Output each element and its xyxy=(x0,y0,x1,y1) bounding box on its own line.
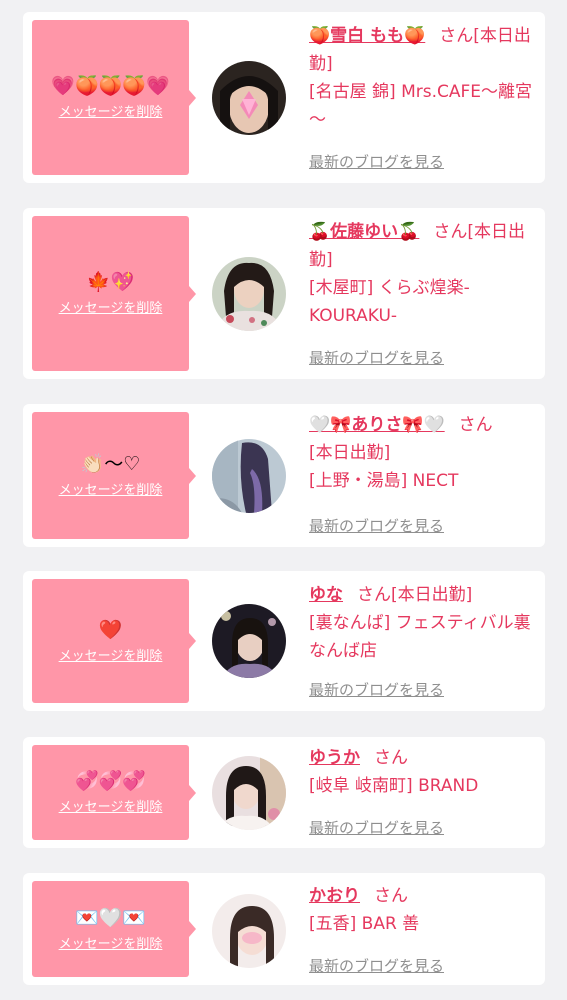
delete-message-link[interactable]: メッセージを削除 xyxy=(59,645,163,664)
cast-name-link[interactable]: ゆうか xyxy=(309,748,360,768)
delete-message-link[interactable]: メッセージを削除 xyxy=(59,796,163,815)
avatar[interactable] xyxy=(212,257,286,331)
message-bubble: 👏🏻〜♡ メッセージを削除 xyxy=(32,412,196,539)
message-card: ❤️ メッセージを削除 ゆな さん[本日出勤] [裏なんば] フェスティバル裏なん… xyxy=(23,571,545,711)
honorific: さん xyxy=(357,585,391,605)
message-emoji: ❤️ xyxy=(98,618,123,641)
delete-message-link[interactable]: メッセージを削除 xyxy=(59,297,163,316)
delete-message-link[interactable]: メッセージを削除 xyxy=(59,479,163,498)
message-emoji: 🍁💖 xyxy=(86,271,135,293)
message-list: 💗🍑🍑🍑💗 メッセージを削除 🍑雪白 もも🍑 さん[本日出勤] [名古屋 錦] M… xyxy=(0,0,567,1000)
latest-blog-link[interactable]: 最新のブログを見る xyxy=(309,817,444,838)
entry-info: ゆうか さん [岐阜 岐南町] BRAND xyxy=(309,744,535,800)
cast-name-link[interactable]: 🍒佐藤ゆい🍒 xyxy=(309,222,419,242)
message-emoji: 💗🍑🍑🍑💗 xyxy=(51,75,170,97)
cast-name-link[interactable]: 🤍🎀ありさ🎀🤍 xyxy=(309,415,445,435)
message-bubble: 💌🤍💌 メッセージを削除 xyxy=(32,881,196,977)
latest-blog-link[interactable]: 最新のブログを見る xyxy=(309,347,444,368)
message-card: 💗🍑🍑🍑💗 メッセージを削除 🍑雪白 もも🍑 さん[本日出勤] [名古屋 錦] M… xyxy=(23,12,545,183)
honorific: さん xyxy=(374,748,408,768)
honorific: さん xyxy=(433,222,468,242)
entry-info: 🍑雪白 もも🍑 さん[本日出勤] [名古屋 錦] Mrs.CAFE～離宮～ xyxy=(309,22,535,134)
status-label: [本日出勤] xyxy=(391,585,473,605)
honorific: さん xyxy=(439,26,474,46)
shop-label: [名古屋 錦] Mrs.CAFE～離宮～ xyxy=(309,82,533,130)
delete-message-link[interactable]: メッセージを削除 xyxy=(59,101,163,120)
shop-label: [木屋町] くらぶ煌楽-KOURAKU- xyxy=(309,278,470,326)
latest-blog-link[interactable]: 最新のブログを見る xyxy=(309,679,444,700)
cast-name-link[interactable]: 🍑雪白 もも🍑 xyxy=(309,26,425,46)
entry-info: 🍒佐藤ゆい🍒 さん[本日出勤] [木屋町] くらぶ煌楽-KOURAKU- xyxy=(309,218,535,330)
message-card: 💞💞💞 メッセージを削除 ゆうか さん [岐阜 岐南町] BRAND 最新のブログ… xyxy=(23,737,545,848)
cast-name-link[interactable]: かおり xyxy=(309,886,360,906)
avatar[interactable] xyxy=(212,439,286,513)
shop-label: [岐阜 岐南町] BRAND xyxy=(309,776,479,796)
message-bubble: 💞💞💞 メッセージを削除 xyxy=(32,745,196,840)
entry-info: 🤍🎀ありさ🎀🤍 さん [本日出勤] [上野・湯島] NECT xyxy=(309,411,535,495)
message-bubble: ❤️ メッセージを削除 xyxy=(32,579,196,703)
avatar[interactable] xyxy=(212,61,286,135)
message-card: 👏🏻〜♡ メッセージを削除 🤍🎀ありさ🎀🤍 さん [本日出勤] [上野・湯島] N… xyxy=(23,404,545,547)
honorific: さん xyxy=(374,886,408,906)
latest-blog-link[interactable]: 最新のブログを見る xyxy=(309,151,444,172)
message-card: 💌🤍💌 メッセージを削除 かおり さん [五香] BAR 善 最新のブログを見る xyxy=(23,873,545,985)
avatar[interactable] xyxy=(212,604,286,678)
latest-blog-link[interactable]: 最新のブログを見る xyxy=(309,955,444,976)
message-emoji: 💞💞💞 xyxy=(75,770,146,792)
latest-blog-link[interactable]: 最新のブログを見る xyxy=(309,515,444,536)
entry-info: かおり さん [五香] BAR 善 xyxy=(309,882,535,938)
cast-name-link[interactable]: ゆな xyxy=(309,585,343,605)
shop-label: [五香] BAR 善 xyxy=(309,914,420,934)
avatar[interactable] xyxy=(212,756,286,830)
shop-label: [裏なんば] フェスティバル裏なんば店 xyxy=(309,613,531,661)
avatar[interactable] xyxy=(212,894,286,968)
message-bubble: 💗🍑🍑🍑💗 メッセージを削除 xyxy=(32,20,196,175)
entry-info: ゆな さん[本日出勤] [裏なんば] フェスティバル裏なんば店 xyxy=(309,581,535,665)
shop-label: [上野・湯島] NECT xyxy=(309,471,459,491)
message-emoji: 👏🏻〜♡ xyxy=(80,453,141,475)
delete-message-link[interactable]: メッセージを削除 xyxy=(59,933,163,952)
message-bubble: 🍁💖 メッセージを削除 xyxy=(32,216,196,371)
honorific: さん xyxy=(458,415,493,435)
message-card: 🍁💖 メッセージを削除 🍒佐藤ゆい🍒 さん[本日出勤] [木屋町] くらぶ煌楽-K… xyxy=(23,208,545,379)
status-label: [本日出勤] xyxy=(309,443,391,463)
message-emoji: 💌🤍💌 xyxy=(75,906,146,929)
